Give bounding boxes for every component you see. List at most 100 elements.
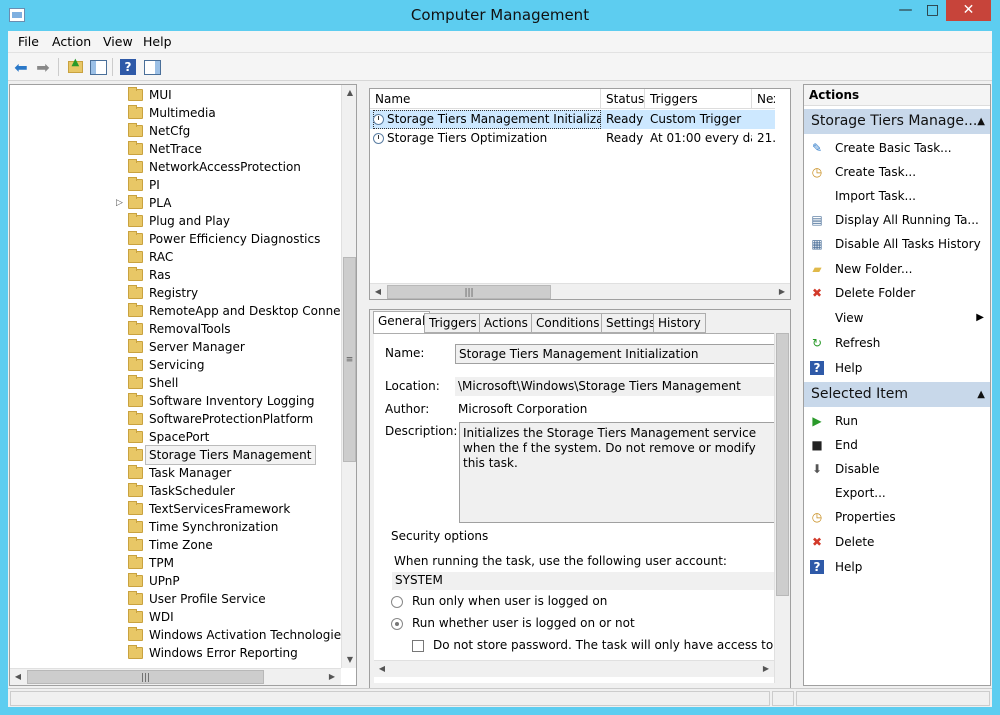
tree-item[interactable]: User Profile Service bbox=[10, 590, 342, 608]
tree-item[interactable]: RAC bbox=[10, 248, 342, 266]
expand-arrow-icon[interactable]: ▷ bbox=[116, 194, 123, 212]
tree-item[interactable]: Task Manager bbox=[10, 464, 342, 482]
tree-item[interactable]: NetCfg bbox=[10, 122, 342, 140]
minimize-button[interactable]: — bbox=[892, 0, 919, 21]
tree-item[interactable]: Storage Tiers Management bbox=[10, 445, 342, 465]
task-list-horizontal-scrollbar[interactable]: ◀ ||| ▶ bbox=[370, 283, 790, 299]
scroll-left-arrow-icon[interactable]: ◀ bbox=[370, 284, 386, 299]
run-logged-on-radio[interactable] bbox=[391, 596, 403, 608]
action-item[interactable]: ✖ Delete bbox=[804, 530, 990, 554]
tree-item[interactable]: RemoteApp and Desktop Connections bbox=[10, 302, 356, 320]
action-item[interactable]: ▤ Display All Running Ta... bbox=[804, 208, 990, 232]
task-name-field[interactable]: Storage Tiers Management Initialization bbox=[455, 344, 777, 364]
tab-conditions[interactable]: Conditions bbox=[531, 313, 605, 333]
collapse-icon[interactable]: ▲ bbox=[977, 109, 985, 134]
maximize-button[interactable]: □ bbox=[919, 0, 946, 21]
tree-item[interactable]: ▷ PLA bbox=[10, 194, 342, 212]
details-scroll-thumb[interactable] bbox=[776, 333, 789, 596]
scroll-up-arrow-icon[interactable]: ▲ bbox=[342, 85, 356, 101]
column-header-name[interactable]: Name bbox=[370, 89, 601, 109]
scroll-down-arrow-icon[interactable]: ▼ bbox=[342, 652, 356, 668]
menu-file[interactable]: File bbox=[18, 34, 39, 49]
tree-item[interactable]: WDI bbox=[10, 608, 342, 626]
action-item[interactable]: ↻ Refresh bbox=[804, 331, 990, 355]
task-list-hscroll-thumb[interactable]: ||| bbox=[387, 285, 551, 299]
tree-item[interactable]: Windows Activation Technologies bbox=[10, 626, 347, 644]
tree-item[interactable]: Ras bbox=[10, 266, 342, 284]
tree-item[interactable]: Multimedia bbox=[10, 104, 342, 122]
description-field[interactable]: Initializes the Storage Tiers Management… bbox=[459, 422, 777, 523]
tree-item[interactable]: TPM bbox=[10, 554, 342, 572]
tree-item[interactable]: MUI bbox=[10, 86, 342, 104]
tree-scroll-thumb[interactable]: ≡ bbox=[343, 257, 356, 462]
tree-item[interactable]: Server Manager bbox=[10, 338, 342, 356]
actions-section-selected-item[interactable]: Selected Item ▲ bbox=[804, 382, 990, 407]
tree-item[interactable]: Servicing bbox=[10, 356, 342, 374]
tree-item[interactable]: Time Synchronization bbox=[10, 518, 342, 536]
tree-item[interactable]: Windows Error Reporting bbox=[10, 644, 342, 662]
tree-item[interactable]: SoftwareProtectionPlatform bbox=[10, 410, 342, 428]
menu-view[interactable]: View bbox=[103, 34, 133, 49]
action-item[interactable]: Import Task... bbox=[804, 184, 990, 208]
task-row[interactable]: Storage Tiers Optimization Ready At 01:0… bbox=[370, 129, 775, 148]
details-vertical-scrollbar[interactable] bbox=[774, 333, 790, 683]
show-hide-console-tree-icon[interactable] bbox=[87, 56, 109, 78]
action-item[interactable]: View ▶ bbox=[804, 306, 990, 330]
scroll-right-arrow-icon[interactable]: ▶ bbox=[758, 661, 774, 677]
console-tree[interactable]: MUI Multimedia NetCfg NetTrace NetworkAccess… bbox=[9, 84, 357, 686]
action-item[interactable]: ◷ Properties bbox=[804, 505, 990, 529]
help-icon[interactable]: ? bbox=[117, 56, 139, 78]
scroll-left-arrow-icon[interactable]: ◀ bbox=[10, 669, 26, 685]
tree-item[interactable]: SpacePort bbox=[10, 428, 342, 446]
tree-item[interactable]: NetTrace bbox=[10, 140, 342, 158]
forward-arrow-icon[interactable]: ➡ bbox=[32, 56, 54, 78]
action-item[interactable]: ◷ Create Task... bbox=[804, 160, 990, 184]
menu-help[interactable]: Help bbox=[143, 34, 172, 49]
tab-actions[interactable]: Actions bbox=[479, 313, 533, 333]
tab-general[interactable]: General bbox=[373, 311, 431, 334]
run-whether-radio[interactable] bbox=[391, 618, 403, 630]
column-header-triggers[interactable]: Triggers bbox=[645, 89, 752, 109]
action-item[interactable]: ▶ Run bbox=[804, 409, 990, 433]
details-horizontal-scrollbar[interactable]: ◀ ▶ bbox=[374, 660, 774, 677]
tab-history[interactable]: History bbox=[653, 313, 706, 333]
do-not-store-password-checkbox[interactable] bbox=[412, 640, 424, 652]
menu-action[interactable]: Action bbox=[52, 34, 91, 49]
action-item[interactable]: ✖ Delete Folder bbox=[804, 281, 990, 305]
action-item[interactable]: Export... bbox=[804, 481, 990, 505]
action-item[interactable]: ? Help bbox=[804, 356, 990, 380]
tree-item[interactable]: RemovalTools bbox=[10, 320, 342, 338]
tree-item[interactable]: Registry bbox=[10, 284, 342, 302]
task-list[interactable]: Name Status Triggers Next R Storage Tier… bbox=[369, 88, 791, 300]
actions-section-storage-tiers[interactable]: Storage Tiers Manage... ▲ bbox=[804, 109, 990, 134]
tree-item[interactable]: Time Zone bbox=[10, 536, 342, 554]
up-folder-icon[interactable]: ▲ bbox=[64, 56, 86, 78]
action-item[interactable]: ■ End bbox=[804, 433, 990, 457]
scroll-right-arrow-icon[interactable]: ▶ bbox=[324, 669, 340, 685]
tree-item[interactable]: Power Efficiency Diagnostics bbox=[10, 230, 342, 248]
tree-item[interactable]: Shell bbox=[10, 374, 342, 392]
collapse-icon[interactable]: ▲ bbox=[977, 382, 985, 407]
task-row[interactable]: Storage Tiers Management Initialization … bbox=[370, 110, 775, 129]
close-button[interactable]: ✕ bbox=[946, 0, 991, 21]
tab-triggers[interactable]: Triggers bbox=[424, 313, 482, 333]
back-arrow-icon[interactable]: ⬅ bbox=[10, 56, 32, 78]
tree-item[interactable]: TaskScheduler bbox=[10, 482, 342, 500]
action-item[interactable]: ? Help bbox=[804, 555, 990, 579]
tree-vertical-scrollbar[interactable]: ▲ ≡ ▼ bbox=[341, 85, 356, 668]
action-item[interactable]: ✎ Create Basic Task... bbox=[804, 136, 990, 160]
scroll-right-arrow-icon[interactable]: ▶ bbox=[774, 284, 790, 299]
action-item[interactable]: ▰ New Folder... bbox=[804, 257, 990, 281]
action-item[interactable]: ▦ Disable All Tasks History bbox=[804, 232, 990, 256]
tree-item[interactable]: PI bbox=[10, 176, 342, 194]
show-hide-action-pane-icon[interactable] bbox=[141, 56, 163, 78]
tree-item[interactable]: TextServicesFramework bbox=[10, 500, 342, 518]
tree-hscroll-thumb[interactable]: ||| bbox=[27, 670, 264, 684]
tree-item[interactable]: Software Inventory Logging bbox=[10, 392, 342, 410]
tree-item[interactable]: UPnP bbox=[10, 572, 342, 590]
tree-horizontal-scrollbar[interactable]: ◀ ||| ▶ bbox=[10, 668, 341, 685]
tab-settings[interactable]: Settings bbox=[601, 313, 661, 333]
tree-item[interactable]: Plug and Play bbox=[10, 212, 342, 230]
tree-item[interactable]: NetworkAccessProtection bbox=[10, 158, 342, 176]
scroll-left-arrow-icon[interactable]: ◀ bbox=[374, 661, 390, 677]
